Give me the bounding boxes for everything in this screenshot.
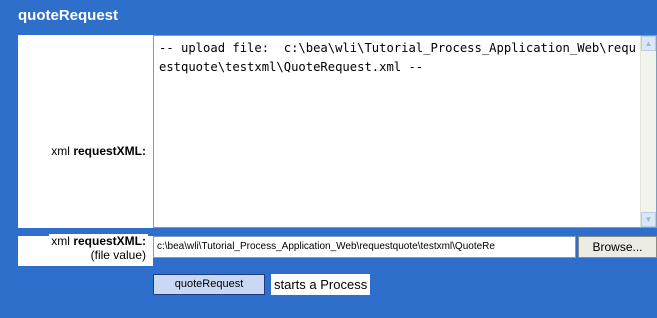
form-title-text: quoteRequest: [18, 7, 119, 24]
scroll-down-arrow-icon[interactable]: ▼: [641, 212, 656, 227]
xml-field-prefix: xml: [51, 144, 70, 158]
file-field-label: xml requestXML: (file value): [49, 234, 148, 262]
textarea-scrollbar[interactable]: ▲ ▼: [640, 36, 656, 227]
request-xml-content[interactable]: -- upload file: c:\bea\wli\Tutorial_Proc…: [159, 39, 639, 77]
form-title: quoteRequest: [18, 0, 657, 31]
file-field-prefix: xml: [51, 234, 70, 248]
left-band: [0, 0, 18, 318]
browse-button[interactable]: Browse...: [578, 236, 657, 258]
xml-field-label: xml requestXML:: [49, 144, 148, 158]
quote-request-form: quoteRequest xml requestXML: -- upload f…: [0, 0, 657, 318]
action-description: starts a Process: [271, 274, 371, 295]
file-field-name: requestXML:: [73, 234, 146, 248]
file-field-sub: (file value): [90, 248, 146, 262]
scroll-up-arrow-icon[interactable]: ▲: [641, 36, 656, 51]
file-path-input[interactable]: c:\bea\wli\Tutorial_Process_Application_…: [153, 236, 576, 258]
request-xml-textarea[interactable]: -- upload file: c:\bea\wli\Tutorial_Proc…: [153, 35, 657, 228]
xml-field-name: requestXML:: [73, 144, 146, 158]
quote-request-button[interactable]: quoteRequest: [153, 274, 265, 295]
label-cell-xml: [18, 35, 153, 228]
